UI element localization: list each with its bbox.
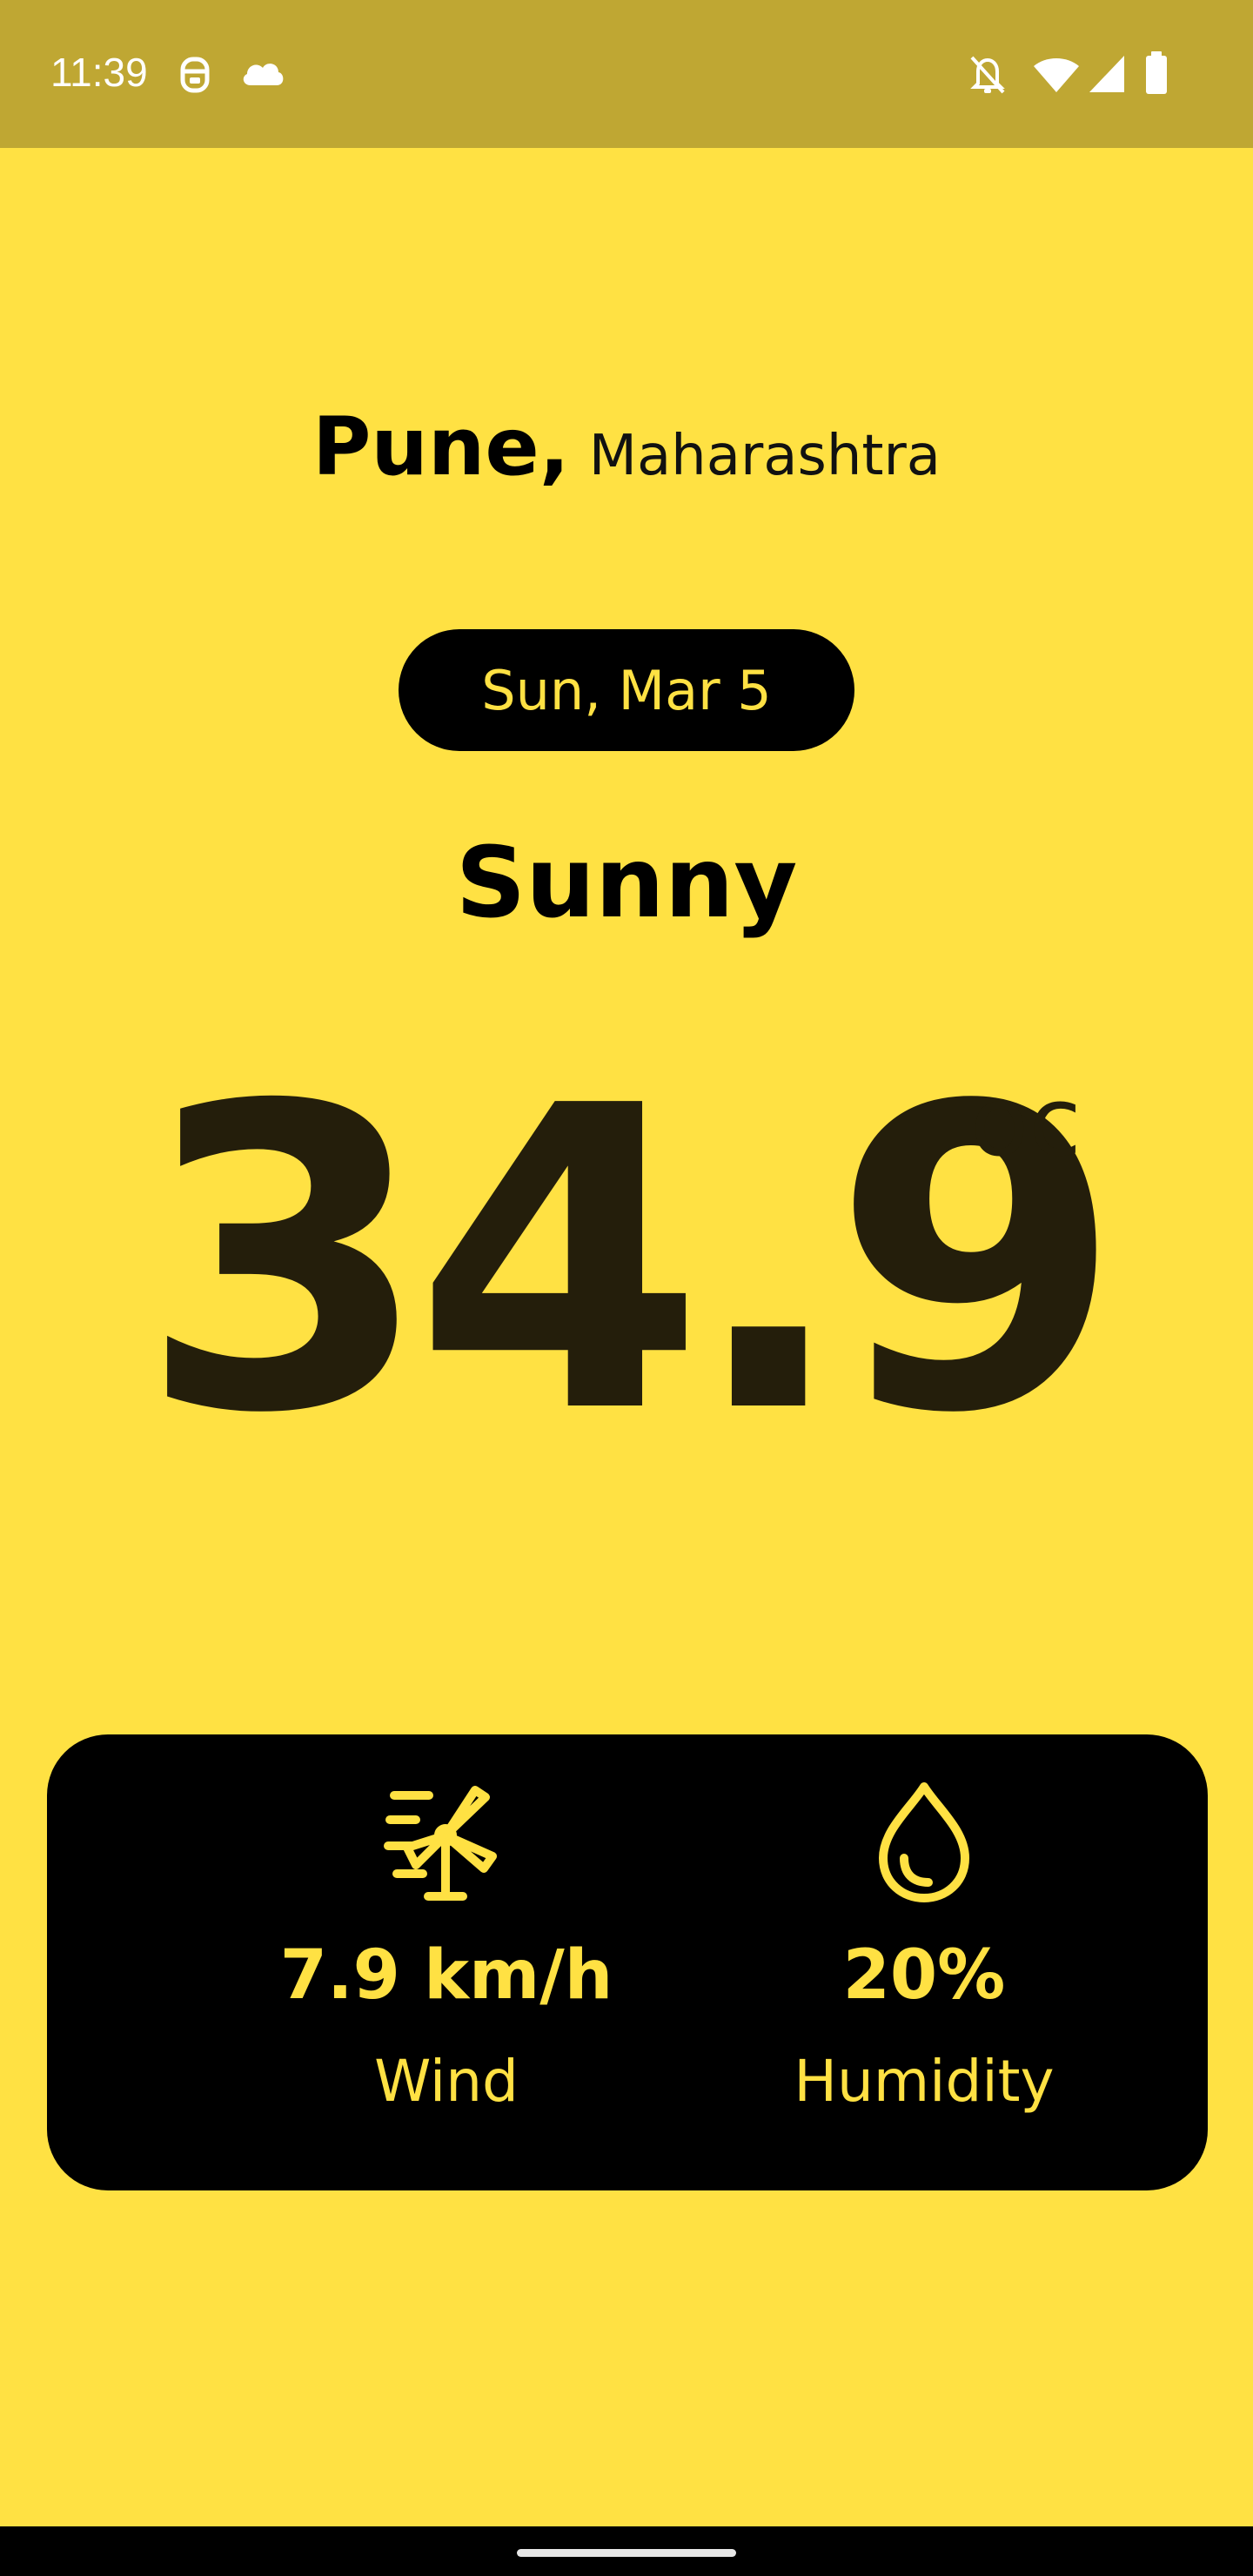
state-name: Maharashtra	[588, 424, 941, 488]
cloud-icon	[243, 64, 284, 85]
date-text: Sun, Mar 5	[481, 658, 772, 722]
status-time: 11:39	[50, 50, 148, 95]
humidity-label: Humidity	[794, 2048, 1055, 2115]
wind-turbine-icon	[384, 1786, 497, 1901]
date-pill: Sun, Mar 5	[399, 629, 854, 751]
bell-off-icon	[970, 56, 1005, 94]
humidity-value: 20%	[842, 1936, 1006, 2015]
city-name: Pune,	[312, 400, 570, 493]
water-drop-icon	[879, 1782, 969, 1902]
stats-card: 7.9 km/h Wind 20% Humidity	[47, 1734, 1208, 2190]
location: Pune, Maharashtra	[0, 400, 1253, 493]
battery-icon	[1146, 51, 1167, 94]
assistant-face-icon	[180, 57, 210, 93]
wind-label: Wind	[374, 2048, 519, 2115]
wind-stat: 7.9 km/h Wind	[203, 1734, 690, 2190]
humidity-stat: 20% Humidity	[680, 1734, 1168, 2190]
home-gesture-handle[interactable]	[517, 2549, 736, 2557]
weather-condition: Sunny	[455, 827, 798, 940]
wifi-icon	[1034, 58, 1079, 92]
wind-value: 7.9 km/h	[279, 1936, 613, 2015]
status-bar: 11:39	[0, 0, 1253, 148]
signal-icon	[1089, 56, 1124, 92]
temperature-value: 34.9	[139, 1018, 1122, 1505]
temperature-unit: oc	[970, 1066, 1082, 1177]
